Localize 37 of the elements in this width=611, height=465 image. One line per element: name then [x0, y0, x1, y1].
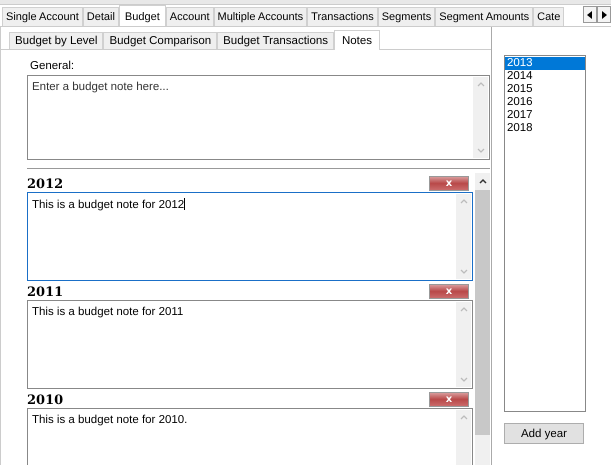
tab[interactable]: Detail [82, 7, 119, 26]
right-triangle-icon [601, 10, 607, 18]
delete-button[interactable]: x [429, 176, 469, 191]
scroll-left-button[interactable] [583, 6, 597, 23]
left-triangle-icon [587, 10, 593, 18]
year-heading: 2012 [27, 177, 64, 192]
note-field[interactable]: This is a budget note for 2010. [27, 408, 473, 465]
year-heading: 2011 [27, 285, 64, 300]
note-field[interactable]: This is a budget note for 2011 [27, 300, 473, 389]
tab[interactable]: Budget Transactions [217, 32, 334, 49]
tab[interactable]: Budget by Level [9, 32, 104, 49]
add-year-button[interactable]: Add year [504, 423, 584, 444]
delete-button[interactable]: x [429, 284, 469, 299]
year-heading: 2010 [27, 393, 64, 408]
tab[interactable]: Segment Amounts [435, 7, 534, 26]
tab[interactable]: Notes [334, 30, 380, 50]
scroll-right-button[interactable] [597, 6, 611, 23]
tab[interactable]: Budget [118, 5, 166, 26]
general-note-field[interactable]: Enter a budget note here... [27, 75, 490, 160]
year-item[interactable]: 2014 [505, 70, 585, 83]
year-item[interactable]: 2017 [505, 109, 585, 122]
scrollbar-drawing[interactable] [475, 173, 490, 465]
tab[interactable]: Budget Comparison [103, 32, 218, 49]
tab[interactable]: Transactions [307, 7, 378, 26]
year-item[interactable]: 2013 [505, 57, 585, 70]
year-list[interactable]: 2013 2014 2015 2016 2017 2018 [504, 55, 586, 412]
tab[interactable]: Single Account [2, 7, 83, 26]
general-label: General: [29, 60, 76, 73]
note-field[interactable]: This is a budget note for 2012 [27, 192, 473, 281]
year-item[interactable]: 2018 [505, 122, 585, 135]
tab[interactable]: Multiple Accounts [214, 7, 308, 26]
year-item[interactable]: 2015 [505, 83, 585, 96]
tab[interactable]: Cate [533, 7, 564, 26]
tab[interactable]: Account [166, 7, 214, 26]
tab[interactable]: Segments [378, 7, 436, 26]
year-item[interactable]: 2016 [505, 96, 585, 109]
delete-button[interactable]: x [429, 392, 469, 407]
